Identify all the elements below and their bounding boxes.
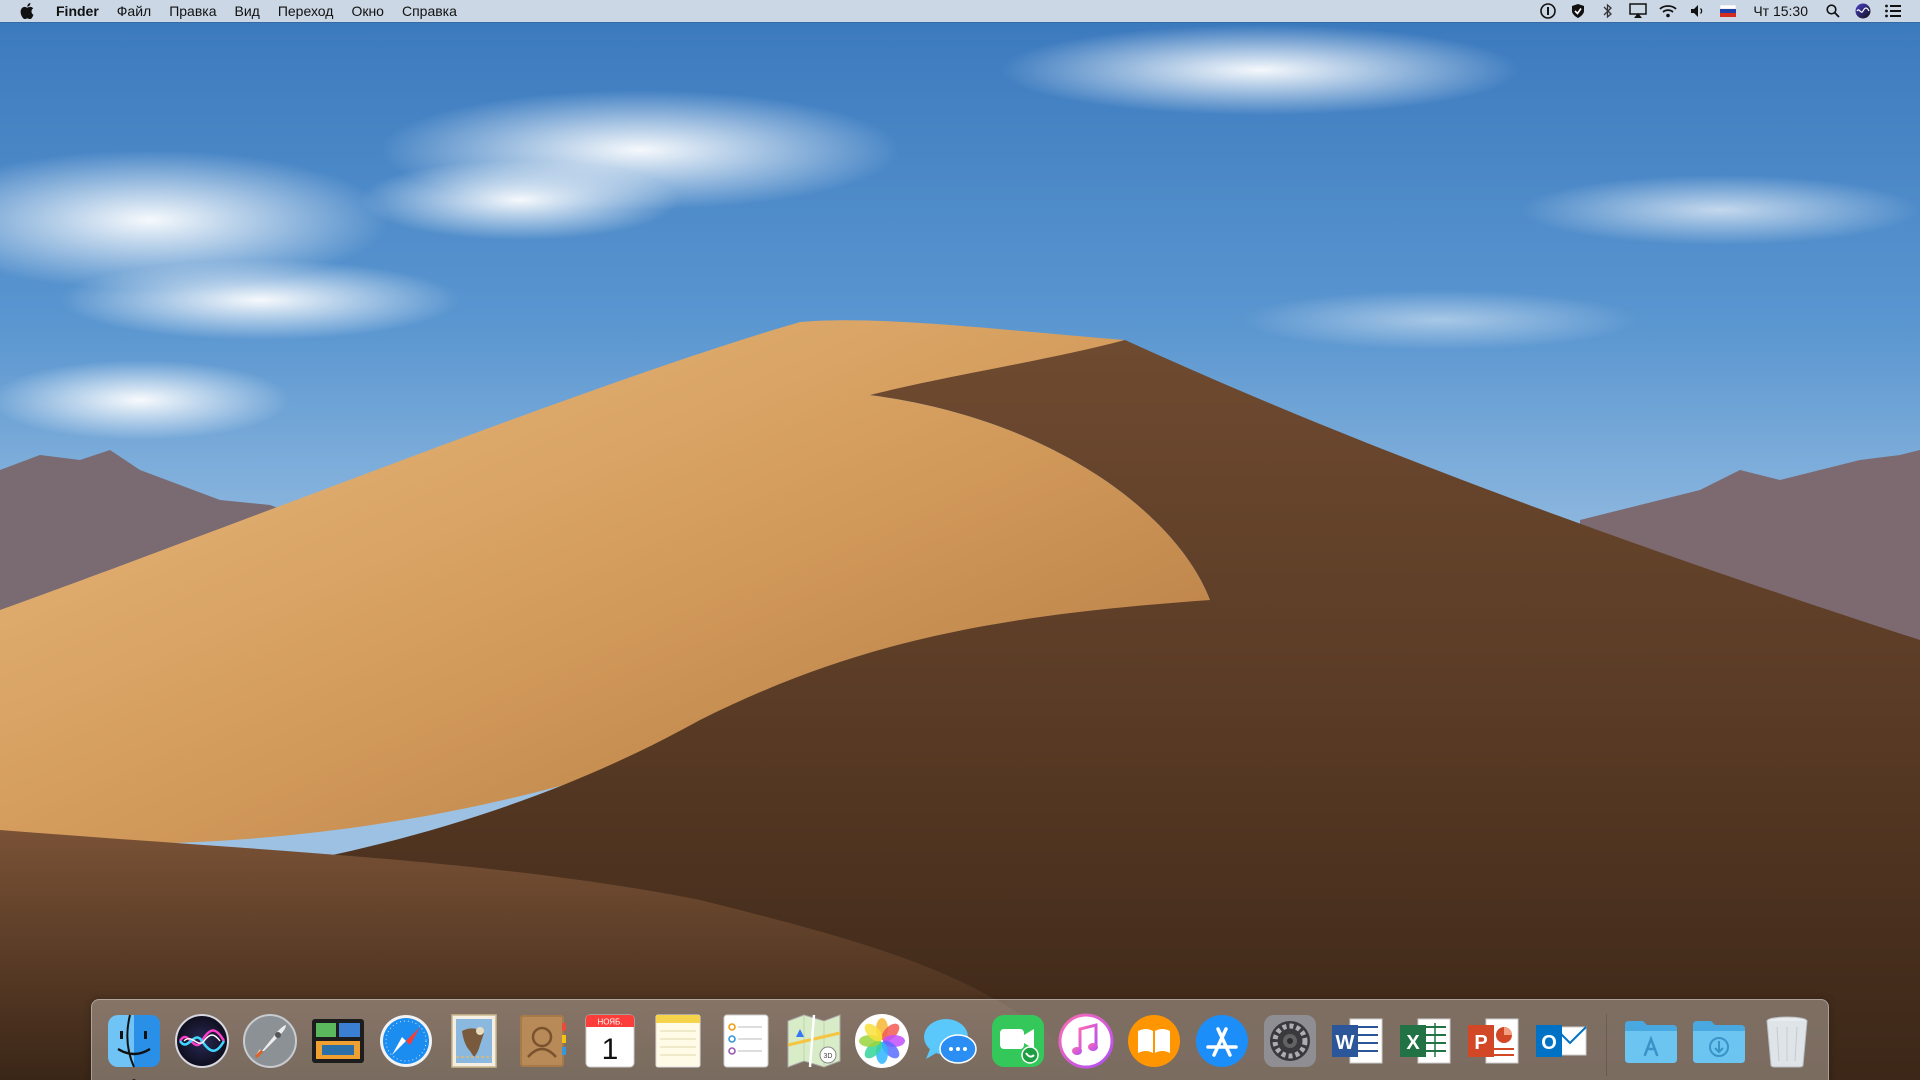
wallpaper [0, 0, 1920, 1080]
dock-launchpad[interactable] [240, 1011, 300, 1071]
wifi-icon[interactable] [1658, 0, 1678, 22]
dock-messages[interactable] [920, 1011, 980, 1071]
dock-itunes[interactable] [1056, 1011, 1116, 1071]
dock-books[interactable] [1124, 1011, 1184, 1071]
dock-reminders[interactable] [716, 1011, 776, 1071]
outlook-icon: O [1536, 1025, 1587, 1057]
dock-system-preferences[interactable] [1260, 1011, 1320, 1071]
dock-outlook[interactable]: O [1532, 1011, 1592, 1071]
launchpad-icon [243, 1014, 297, 1068]
onepassword-icon[interactable] [1538, 0, 1558, 22]
menu-help[interactable]: Справка [393, 0, 466, 22]
shield-icon[interactable] [1568, 0, 1588, 22]
itunes-icon [1058, 1013, 1114, 1069]
dock-photos[interactable] [852, 1011, 912, 1071]
mission-control-icon [312, 1019, 364, 1063]
dock-finder[interactable] [104, 1011, 164, 1080]
books-icon [1128, 1015, 1180, 1067]
menu-clock[interactable]: Чт 15:30 [1743, 0, 1818, 22]
siri-icon [175, 1014, 229, 1068]
photos-icon [855, 1014, 909, 1068]
excel-icon: X [1400, 1018, 1451, 1064]
mail-icon [451, 1014, 497, 1068]
dock-siri[interactable] [172, 1011, 232, 1071]
finder-icon [108, 1014, 160, 1068]
dock-trash[interactable] [1757, 1011, 1817, 1071]
messages-icon [924, 1019, 977, 1064]
trash-icon [1766, 1016, 1808, 1068]
menu-go[interactable]: Переход [269, 0, 343, 22]
dock-separator[interactable] [1606, 1014, 1607, 1076]
dock-applications-folder[interactable] [1621, 1011, 1681, 1071]
facetime-icon [992, 1015, 1044, 1067]
powerpoint-icon: P [1468, 1018, 1519, 1064]
dock-mission-control[interactable] [308, 1011, 368, 1071]
dock: НОЯБ. 1 3D W X P O [91, 999, 1829, 1080]
system-preferences-icon [1264, 1015, 1316, 1067]
notes-icon [655, 1014, 701, 1068]
desktop: Finder Файл Правка Вид Переход Окно Спра… [0, 0, 1920, 1080]
menu-bar: Finder Файл Правка Вид Переход Окно Спра… [0, 0, 1920, 22]
dock-app-store[interactable] [1192, 1011, 1252, 1071]
dock-safari[interactable] [376, 1011, 436, 1071]
dock-calendar[interactable]: НОЯБ. 1 [580, 1011, 640, 1071]
dock-excel[interactable]: X [1396, 1011, 1456, 1071]
dock-downloads-folder[interactable] [1689, 1011, 1749, 1071]
svg-text:P: P [1474, 1032, 1487, 1054]
applications-folder-icon [1625, 1021, 1677, 1063]
calendar-icon: НОЯБ. 1 [585, 1014, 635, 1068]
airplay-icon[interactable] [1628, 0, 1648, 22]
volume-icon[interactable] [1688, 0, 1708, 22]
dock-maps[interactable]: 3D [784, 1011, 844, 1071]
dock-notes[interactable] [648, 1011, 708, 1071]
svg-text:W: W [1336, 1032, 1355, 1054]
dock-powerpoint[interactable]: P [1464, 1011, 1524, 1071]
svg-text:O: O [1541, 1032, 1557, 1054]
svg-text:X: X [1406, 1032, 1420, 1054]
word-icon: W [1332, 1018, 1383, 1064]
menu-view[interactable]: Вид [226, 0, 269, 22]
dock-contacts[interactable] [512, 1011, 572, 1071]
calendar-day-label: 1 [602, 1033, 619, 1066]
siri-icon[interactable] [1853, 0, 1873, 22]
menu-file[interactable]: Файл [108, 0, 160, 22]
language-flag-icon[interactable] [1718, 0, 1738, 22]
dock-facetime[interactable] [988, 1011, 1048, 1071]
contacts-icon [520, 1015, 566, 1067]
notification-center-icon[interactable] [1883, 0, 1903, 22]
svg-text:3D: 3D [824, 1053, 833, 1060]
reminders-icon [723, 1014, 769, 1068]
menu-app-name[interactable]: Finder [52, 0, 108, 22]
dock-word[interactable]: W [1328, 1011, 1388, 1071]
menu-window[interactable]: Окно [342, 0, 393, 22]
dock-mail[interactable] [444, 1011, 504, 1071]
app-store-icon [1196, 1015, 1248, 1067]
calendar-month-label: НОЯБ. [597, 1018, 622, 1027]
menu-edit[interactable]: Правка [160, 0, 225, 22]
downloads-folder-icon [1693, 1021, 1745, 1063]
maps-icon: 3D [787, 1014, 841, 1068]
bluetooth-icon[interactable] [1598, 0, 1618, 22]
apple-menu-icon[interactable] [16, 0, 38, 22]
safari-icon [380, 1015, 432, 1067]
spotlight-icon[interactable] [1823, 0, 1843, 22]
